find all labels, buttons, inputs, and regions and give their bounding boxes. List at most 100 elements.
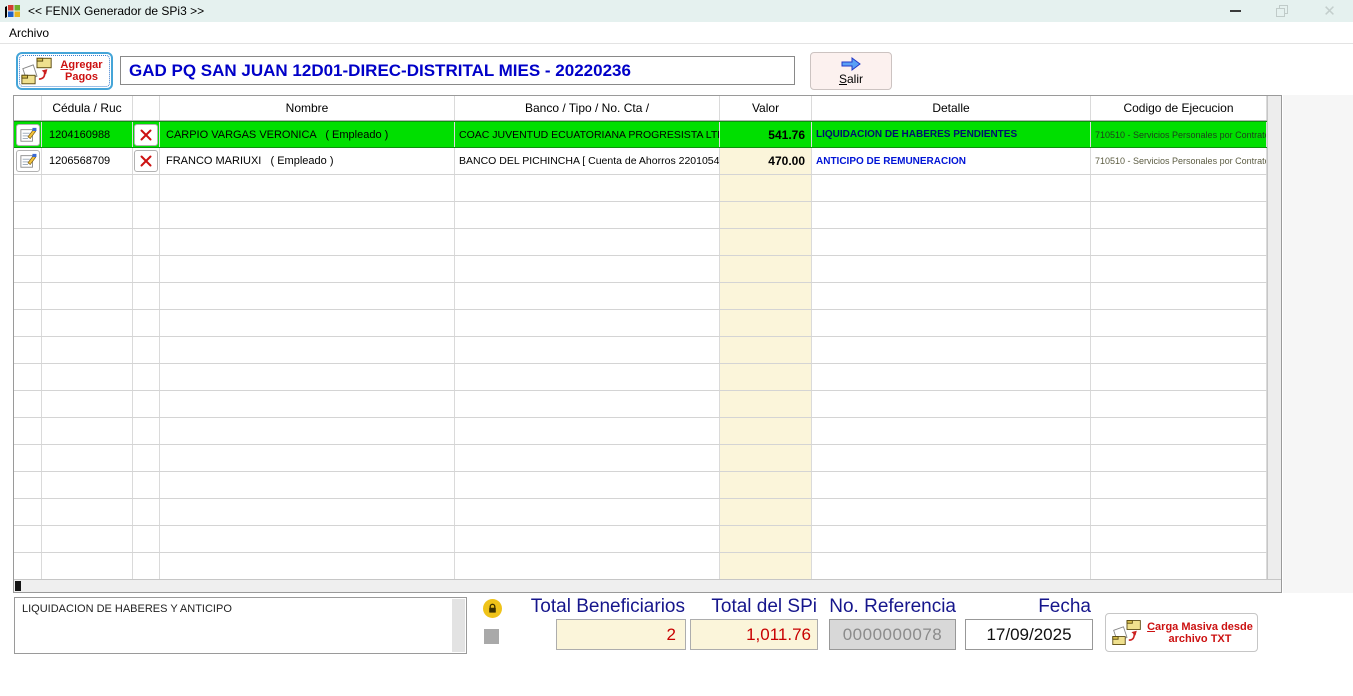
empty-cell bbox=[455, 526, 720, 552]
table-row[interactable]: 1206568709 FRANCO MARIUXI ( Empleado ) B… bbox=[14, 148, 1267, 175]
empty-cell bbox=[455, 472, 720, 498]
scrollbar-thumb[interactable] bbox=[15, 581, 21, 591]
empty-cell bbox=[1091, 310, 1267, 336]
empty-cell bbox=[14, 175, 42, 201]
close-button[interactable]: ✕ bbox=[1306, 0, 1353, 22]
empty-row[interactable] bbox=[14, 472, 1267, 499]
empty-cell bbox=[14, 256, 42, 282]
edit-row-button[interactable] bbox=[16, 150, 40, 172]
status-square[interactable] bbox=[484, 629, 499, 644]
empty-cell bbox=[160, 310, 455, 336]
empty-cell bbox=[160, 472, 455, 498]
agregar-pagos-button[interactable]: Agregar Pagos bbox=[16, 52, 113, 90]
delete-row-button[interactable] bbox=[134, 150, 158, 172]
empty-cell bbox=[720, 364, 812, 390]
empty-row[interactable] bbox=[14, 256, 1267, 283]
empty-cell bbox=[720, 391, 812, 417]
empty-cell bbox=[455, 445, 720, 471]
empty-cell bbox=[160, 283, 455, 309]
total-spi-label: Total del SPi bbox=[711, 596, 817, 618]
fecha-label: Fecha bbox=[1038, 596, 1091, 618]
restore-button[interactable] bbox=[1259, 0, 1306, 22]
cell-nombre: CARPIO VARGAS VERONICA ( Empleado ) bbox=[160, 122, 455, 147]
empty-cell bbox=[455, 364, 720, 390]
agregar-pagos-label: Agregar Pagos bbox=[54, 59, 109, 83]
empty-cell bbox=[455, 553, 720, 579]
empty-cell bbox=[720, 229, 812, 255]
empty-row[interactable] bbox=[14, 337, 1267, 364]
cell-banco: COAC JUVENTUD ECUATORIANA PROGRESISTA LT… bbox=[455, 122, 720, 147]
empty-cell bbox=[42, 499, 133, 525]
empty-row[interactable] bbox=[14, 445, 1267, 472]
empty-cell bbox=[42, 256, 133, 282]
empty-cell bbox=[455, 499, 720, 525]
empty-row[interactable] bbox=[14, 175, 1267, 202]
grid-body: 1204160988 CARPIO VARGAS VERONICA ( Empl… bbox=[14, 121, 1267, 579]
delete-x-icon bbox=[140, 155, 152, 167]
empty-row[interactable] bbox=[14, 283, 1267, 310]
carga-masiva-button[interactable]: Carga Masiva desde archivo TXT bbox=[1105, 613, 1258, 652]
salir-button[interactable]: Salir bbox=[810, 52, 892, 90]
menu-archivo[interactable]: Archivo bbox=[9, 26, 49, 40]
window-title: << FENIX Generador de SPi3 >> bbox=[28, 4, 204, 18]
empty-cell bbox=[160, 499, 455, 525]
empty-cell bbox=[133, 418, 160, 444]
empty-cell bbox=[812, 553, 1091, 579]
empty-cell bbox=[133, 553, 160, 579]
carga-masiva-folders-icon bbox=[1111, 618, 1143, 648]
empty-row[interactable] bbox=[14, 391, 1267, 418]
textarea-scrollbar[interactable] bbox=[452, 599, 465, 652]
empty-cell bbox=[14, 391, 42, 417]
empty-cell bbox=[812, 391, 1091, 417]
delete-row-button[interactable] bbox=[134, 124, 158, 146]
empty-cell bbox=[1091, 202, 1267, 228]
empty-cell bbox=[133, 472, 160, 498]
empty-cell bbox=[720, 418, 812, 444]
table-row[interactable]: 1204160988 CARPIO VARGAS VERONICA ( Empl… bbox=[14, 121, 1267, 148]
empty-row[interactable] bbox=[14, 229, 1267, 256]
referencia-label: No. Referencia bbox=[829, 596, 956, 618]
col-header-detalle: Detalle bbox=[812, 96, 1091, 120]
empty-cell bbox=[160, 175, 455, 201]
empty-cell bbox=[812, 472, 1091, 498]
empty-row[interactable] bbox=[14, 499, 1267, 526]
empty-row[interactable] bbox=[14, 364, 1267, 391]
window-controls: ✕ bbox=[1212, 0, 1353, 22]
empty-row[interactable] bbox=[14, 202, 1267, 229]
empty-cell bbox=[42, 391, 133, 417]
fecha-field[interactable]: 17/09/2025 bbox=[965, 619, 1093, 650]
empty-row[interactable] bbox=[14, 526, 1267, 553]
empty-cell bbox=[720, 526, 812, 552]
empty-row[interactable] bbox=[14, 310, 1267, 337]
empty-cell bbox=[42, 310, 133, 336]
edit-icon bbox=[19, 127, 37, 143]
empty-cell bbox=[42, 229, 133, 255]
empty-cell bbox=[160, 418, 455, 444]
referencia-field: 0000000078 bbox=[829, 619, 956, 650]
empty-cell bbox=[812, 337, 1091, 363]
total-beneficiarios-field: 2 bbox=[556, 619, 686, 650]
detalle-textarea[interactable]: LIQUIDACION DE HABERES Y ANTICIPO bbox=[14, 597, 467, 654]
edit-row-button[interactable] bbox=[16, 124, 40, 146]
empty-row[interactable] bbox=[14, 553, 1267, 579]
empty-row[interactable] bbox=[14, 418, 1267, 445]
minimize-button[interactable] bbox=[1212, 0, 1259, 22]
empty-cell bbox=[42, 526, 133, 552]
empty-cell bbox=[160, 553, 455, 579]
grid-vertical-scrollbar[interactable] bbox=[1267, 96, 1281, 579]
payment-title-input[interactable]: GAD PQ SAN JUAN 12D01-DIREC-DISTRITAL MI… bbox=[120, 56, 795, 85]
empty-cell bbox=[133, 202, 160, 228]
empty-cell bbox=[133, 391, 160, 417]
grid-horizontal-scrollbar[interactable] bbox=[14, 579, 1281, 592]
empty-cell bbox=[14, 337, 42, 363]
empty-cell bbox=[812, 283, 1091, 309]
empty-cell bbox=[14, 229, 42, 255]
cell-detalle: ANTICIPO DE REMUNERACION bbox=[812, 148, 1091, 174]
empty-cell bbox=[14, 445, 42, 471]
total-beneficiarios-label: Total Beneficiarios bbox=[531, 596, 685, 618]
total-spi-field: 1,011.76 bbox=[690, 619, 818, 650]
empty-cell bbox=[720, 283, 812, 309]
empty-cell bbox=[1091, 526, 1267, 552]
app-logo-icon bbox=[5, 4, 22, 19]
empty-cell bbox=[720, 445, 812, 471]
